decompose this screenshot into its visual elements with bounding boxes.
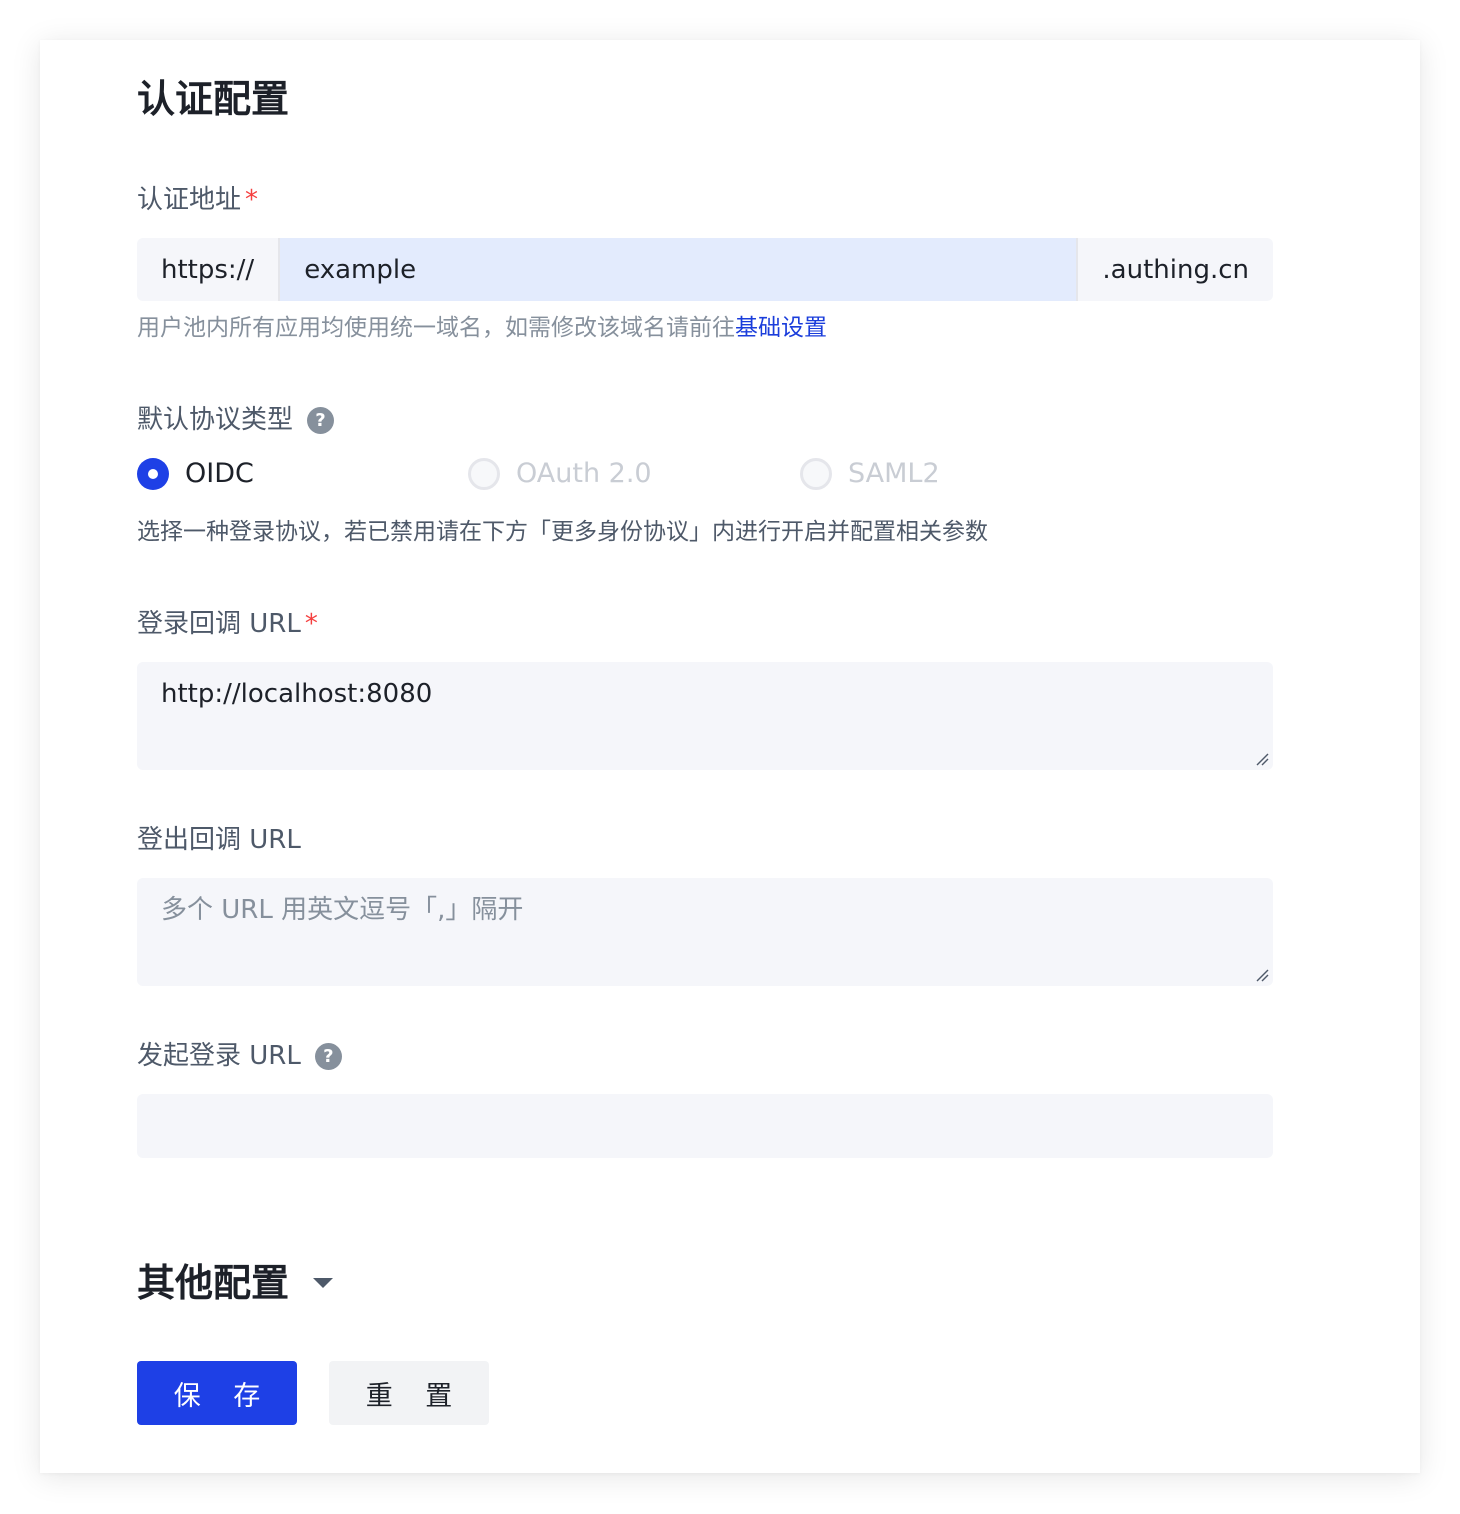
initiate-login-label: 发起登录 URL ? — [137, 1038, 342, 1074]
basic-settings-link[interactable]: 基础设置 — [735, 315, 827, 341]
other-config-toggle[interactable]: 其他配置 — [137, 1258, 334, 1308]
auth-address-hint-text: 用户池内所有应用均使用统一域名，如需修改该域名请前往 — [137, 315, 735, 341]
radio-oidc[interactable]: OIDC — [137, 454, 254, 494]
logout-callback-placeholder: 多个 URL 用英文逗号「,」隔开 — [161, 895, 524, 925]
caret-down-icon — [313, 1278, 334, 1288]
login-callback-textarea[interactable]: http://localhost:8080 — [137, 662, 1273, 770]
resize-grip-icon[interactable] — [1255, 968, 1269, 982]
radio-oauth2[interactable]: OAuth 2.0 — [468, 454, 652, 494]
other-section-title: 其他配置 — [137, 1261, 290, 1305]
question-icon[interactable]: ? — [307, 406, 335, 434]
domain-suffix-addon: .authing.cn — [1076, 238, 1273, 301]
login-callback-value: http://localhost:8080 — [161, 679, 433, 709]
reset-button[interactable]: 重 置 — [329, 1361, 489, 1425]
resize-grip-icon[interactable] — [1255, 752, 1269, 766]
auth-section-title: 认证配置 — [137, 77, 290, 121]
radio-saml2-label: SAML2 — [848, 458, 940, 489]
save-button[interactable]: 保 存 — [137, 1361, 297, 1425]
radio-checked-icon — [137, 458, 169, 490]
radio-oauth2-label: OAuth 2.0 — [516, 458, 652, 489]
protocol-label: 默认协议类型 ? — [137, 402, 335, 438]
protocol-hint: 选择一种登录协议，若已禁用请在下方「更多身份协议」内进行开启并配置相关参数 — [137, 519, 988, 545]
auth-address-input-group: https:// example .authing.cn — [137, 238, 1273, 301]
auth-address-label-text: 认证地址 — [137, 185, 242, 215]
login-callback-label: 登录回调 URL * — [137, 606, 318, 642]
initiate-login-input[interactable] — [137, 1094, 1273, 1158]
login-callback-label-text: 登录回调 URL — [137, 609, 301, 639]
initiate-login-label-text: 发起登录 URL — [137, 1041, 301, 1071]
protocol-label-text: 默认协议类型 — [137, 405, 294, 435]
required-mark: * — [245, 185, 259, 215]
url-prefix-addon: https:// — [137, 238, 281, 301]
auth-address-hint: 用户池内所有应用均使用统一域名，如需修改该域名请前往基础设置 — [137, 312, 827, 344]
radio-unchecked-icon — [468, 458, 500, 490]
radio-oidc-label: OIDC — [185, 458, 254, 489]
auth-config-card: 认证配置 认证地址 * https:// example .authing.cn … — [40, 40, 1420, 1473]
auth-address-label: 认证地址 * — [137, 182, 258, 218]
radio-unchecked-icon — [800, 458, 832, 490]
radio-saml2[interactable]: SAML2 — [800, 454, 940, 494]
required-mark: * — [304, 609, 318, 639]
logout-callback-label: 登出回调 URL — [137, 825, 301, 855]
question-icon[interactable]: ? — [314, 1042, 342, 1070]
subdomain-input[interactable]: example — [280, 238, 1077, 301]
protocol-radio-group: OIDC OAuth 2.0 SAML2 — [137, 454, 1237, 494]
logout-callback-textarea[interactable]: 多个 URL 用英文逗号「,」隔开 — [137, 878, 1273, 986]
